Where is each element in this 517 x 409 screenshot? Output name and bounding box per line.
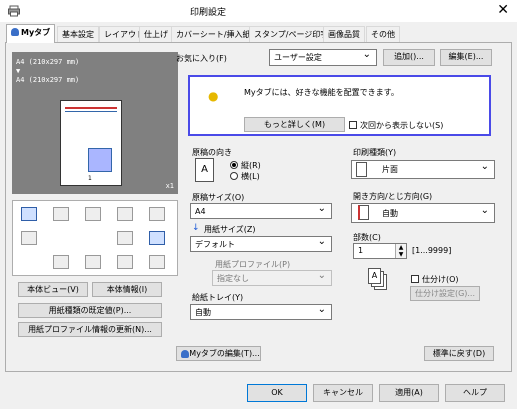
- orientation-label: 原稿の向き: [192, 148, 232, 157]
- paper-profile-update-button[interactable]: 用紙プロファイル情報の更新(N)...: [18, 322, 162, 337]
- close-icon[interactable]: ✕: [497, 2, 509, 18]
- preview-image-block: [88, 148, 112, 172]
- lightbulb-icon: ●: [208, 89, 219, 103]
- tab-image-quality[interactable]: 画像品質: [323, 26, 365, 42]
- tab-basic[interactable]: 基本設定: [57, 26, 99, 42]
- tab-finishing[interactable]: 仕上げ: [139, 26, 173, 42]
- orientation-portrait-icon: A: [195, 158, 214, 182]
- info-box: ● Myタブには、好きな機能を配置できます。 もっと詳しく(M) 次回から表示し…: [188, 75, 491, 136]
- help-button[interactable]: ヘルプ: [445, 384, 505, 402]
- user-icon: [11, 28, 19, 36]
- binding-select[interactable]: 自動: [351, 201, 495, 223]
- preview-copies: x1: [165, 182, 174, 190]
- landscape-radio[interactable]: [230, 172, 238, 180]
- copies-spinner[interactable]: ▲ ▼: [395, 244, 406, 258]
- tab-other[interactable]: その他: [366, 26, 400, 42]
- user-edit-icon: [181, 350, 189, 358]
- copies-field[interactable]: 1 ▲ ▼: [353, 243, 407, 259]
- single-side-page-icon: [356, 162, 367, 177]
- original-size-label: 原稿サイズ(O): [192, 193, 245, 202]
- favorites-add-button[interactable]: 追加()...: [383, 49, 435, 66]
- collate-icon: A: [368, 268, 390, 292]
- favorites-label: お気に入り(F): [176, 54, 227, 63]
- collate-settings-button: 仕分け設定(G)...: [410, 286, 480, 301]
- tab-strip: Myタブ 基本設定 レイアウト 仕上げ カバーシート/挿入紙 スタンプ/ページ印…: [0, 24, 517, 43]
- portrait-radio[interactable]: [230, 161, 238, 169]
- paper-profile-select: 指定なし: [212, 268, 332, 286]
- booklet-icon[interactable]: [117, 231, 133, 245]
- preview-arrow: ▼: [16, 67, 21, 75]
- paper-tray-label: 給紙トレイ(Y): [192, 293, 244, 302]
- collate-label: 仕分け(O): [422, 275, 459, 284]
- paper-icon[interactable]: [21, 231, 37, 245]
- preview-page: 1: [60, 100, 122, 186]
- device-icon-panel: [12, 200, 178, 276]
- paper-size-select[interactable]: デフォルト: [190, 234, 332, 252]
- print-type-label: 印刷種類(Y): [353, 148, 397, 157]
- original-size-select[interactable]: A4: [190, 201, 332, 219]
- title-bar: 印刷設定 ✕: [0, 0, 517, 22]
- edit-mytab-label: Myタブの編集(T)...: [189, 349, 260, 358]
- finisher-icon[interactable]: [53, 255, 69, 269]
- dialog-footer: OK キャンセル 適用(A) ヘルプ: [0, 372, 517, 409]
- copies-label: 部数(C): [353, 233, 381, 242]
- binding-left-icon: [358, 205, 369, 220]
- info-message: Myタブには、好きな機能を配置できます。: [244, 88, 399, 97]
- portrait-label: 縦(R): [241, 161, 261, 170]
- fold-icon[interactable]: [85, 255, 101, 269]
- tray-output-icon[interactable]: [21, 207, 37, 221]
- landscape-label: 横(L): [241, 172, 260, 181]
- tab-mytab[interactable]: Myタブ: [6, 24, 56, 43]
- ok-button[interactable]: OK: [247, 384, 307, 402]
- multi-page-icon[interactable]: [117, 207, 133, 221]
- body-info-button[interactable]: 本体情報(I): [92, 282, 162, 297]
- print-preview: A4 (210x297 mm) ▼ A4 (210x297 mm) 1 x1: [12, 52, 178, 194]
- paper-default-button[interactable]: 用紙種類の既定値(P)...: [18, 303, 162, 318]
- copies-range: [1...9999]: [412, 246, 452, 255]
- stapler-icon[interactable]: [53, 207, 69, 221]
- favorites-edit-button[interactable]: 編集(E)...: [440, 49, 492, 66]
- tab-cover-insert[interactable]: カバーシート/挿入紙: [171, 26, 256, 42]
- apply-button[interactable]: 適用(A): [379, 384, 439, 402]
- staple-sort-icon[interactable]: [117, 255, 133, 269]
- restore-default-button[interactable]: 標準に戻す(D): [424, 346, 494, 361]
- dont-show-checkbox[interactable]: [349, 121, 357, 129]
- paper-profile-label: 用紙プロファイル(P): [215, 260, 291, 269]
- arrow-down-icon: ↓: [192, 223, 200, 233]
- body-view-button[interactable]: 本体ビュー(V): [18, 282, 88, 297]
- collate-checkbox[interactable]: [411, 275, 419, 283]
- dont-show-label: 次回から表示しない(S): [360, 121, 444, 130]
- punch-icon[interactable]: [149, 231, 165, 245]
- preview-output-size: A4 (210x297 mm): [16, 76, 80, 84]
- print-type-select[interactable]: 片面: [351, 158, 495, 179]
- copies-value: 1: [358, 246, 364, 255]
- tab-stamp[interactable]: スタンプ/ページ印字: [249, 26, 334, 42]
- edit-mytab-button[interactable]: Myタブの編集(T)...: [176, 346, 261, 361]
- preview-page-number: 1: [88, 175, 92, 182]
- binding-label: 開き方向/とじ方向(G): [353, 192, 433, 201]
- more-details-button[interactable]: もっと詳しく(M): [244, 117, 345, 132]
- window-title: 印刷設定: [190, 8, 227, 18]
- printer-icon: [8, 5, 20, 17]
- document-icon[interactable]: [149, 207, 165, 221]
- output-tray-icon[interactable]: [149, 255, 165, 269]
- copy-icon[interactable]: [85, 207, 101, 221]
- preview-original-size: A4 (210x297 mm): [16, 58, 80, 66]
- paper-size-label: 用紙サイズ(Z): [204, 225, 256, 234]
- paper-tray-select[interactable]: 自動: [190, 302, 332, 320]
- favorites-select[interactable]: ユーザー設定: [269, 47, 377, 66]
- cancel-button[interactable]: キャンセル: [313, 384, 373, 402]
